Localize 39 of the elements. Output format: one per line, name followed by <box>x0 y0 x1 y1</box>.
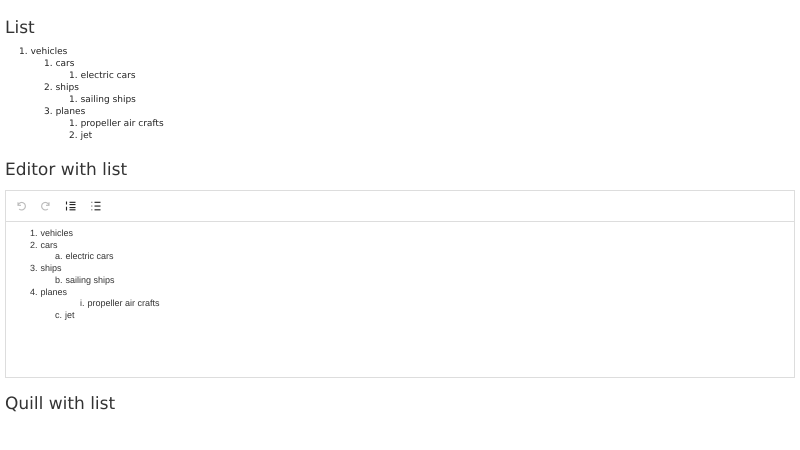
list-number: c. <box>55 310 62 322</box>
list-number: 2. <box>30 240 38 252</box>
list-item: jet <box>65 310 75 322</box>
bullet-list-icon <box>90 200 102 212</box>
redo-icon <box>40 200 52 212</box>
section-heading: Quill with list <box>5 393 116 416</box>
list-item: planes <box>40 286 68 298</box>
list-item: cars <box>56 58 74 70</box>
list-item: cars <box>40 240 58 252</box>
list-number: 3. <box>44 106 53 118</box>
numbered-list-icon <box>65 200 77 212</box>
list-number: 3. <box>30 263 38 275</box>
list-item: sailing ships <box>66 274 115 287</box>
section-heading: Editor with list <box>5 159 128 182</box>
list-item: planes <box>56 106 86 118</box>
list-number: i. <box>80 298 84 310</box>
list-item: ships <box>40 263 62 275</box>
list-number: 1. <box>19 46 28 58</box>
list-number: 1. <box>69 70 78 82</box>
list-number: 2. <box>44 82 53 94</box>
section-heading: List <box>5 17 36 40</box>
list-item: sailing ships <box>80 94 136 106</box>
list-number: 2. <box>69 130 78 142</box>
list-number: 4. <box>30 286 38 298</box>
list-item: ships <box>56 82 79 94</box>
list-number: 1. <box>69 94 78 106</box>
list-item: propeller air crafts <box>80 118 164 130</box>
list-number: 1. <box>69 118 78 130</box>
list-number: 1. <box>30 228 38 240</box>
list-item: electric cars <box>80 70 136 82</box>
undo-icon <box>15 200 27 212</box>
list-item: propeller air crafts <box>88 298 160 310</box>
list-number: a. <box>55 251 63 264</box>
list-item: jet <box>80 130 92 142</box>
list-item: vehicles <box>40 228 74 240</box>
list-number: 1. <box>44 58 53 70</box>
list-number: b. <box>55 274 63 287</box>
list-item: electric cars <box>66 251 114 264</box>
list-item: vehicles <box>30 46 68 58</box>
